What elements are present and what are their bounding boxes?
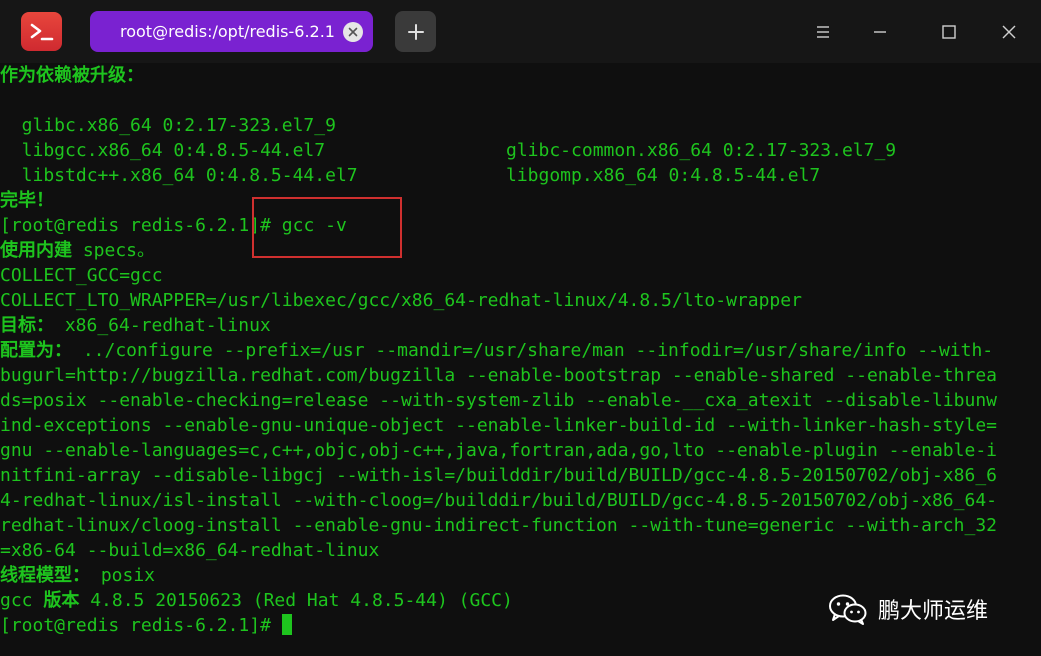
dependency-line: libstdc++.x86_64 0:4.8.5-44.el7 bbox=[0, 138, 358, 186]
specs-label: 使用内建 bbox=[0, 240, 72, 261]
dependency-right: glibc-common.x86_64 0:2.17-323.el7_9 bbox=[506, 140, 897, 161]
config-line: redhat-linux/cloog-install --enable-gnu-… bbox=[0, 515, 997, 536]
new-tab-button[interactable] bbox=[395, 11, 436, 52]
minimize-icon[interactable] bbox=[866, 18, 894, 46]
config-line: ind-exceptions --enable-gnu-unique-objec… bbox=[0, 415, 997, 436]
gcc-prefix: gcc bbox=[0, 590, 44, 611]
tab-redis-session[interactable]: root@redis:/opt/redis-6.2.1 bbox=[90, 11, 373, 52]
close-icon[interactable] bbox=[995, 18, 1023, 46]
collect-lto-line: COLLECT_LTO_WRAPPER=/usr/libexec/gcc/x86… bbox=[0, 290, 802, 311]
done-message: 完毕！ bbox=[0, 190, 54, 211]
dependency-right: libgomp.x86_64 0:4.8.5-44.el7 bbox=[506, 165, 821, 186]
tab-title: root@redis:/opt/redis-6.2.1 bbox=[120, 22, 335, 41]
watermark-text: 鹏大师运维 bbox=[878, 599, 989, 624]
target-label: 目标： bbox=[0, 315, 54, 336]
config-label: 配置为： bbox=[0, 340, 72, 361]
command-highlight-box bbox=[252, 197, 402, 258]
thread-model-value: posix bbox=[90, 565, 156, 586]
shell-prompt: [root@redis redis-6.2.1]# bbox=[0, 215, 282, 236]
plus-icon bbox=[407, 23, 424, 40]
terminal-output[interactable]: 作为依赖被升级： glibc.x86_64 0:2.17-323.el7_9 g… bbox=[0, 63, 1041, 656]
title-bar: root@redis:/opt/redis-6.2.1 bbox=[0, 0, 1041, 63]
specs-line: 使用内建 specs。 bbox=[0, 238, 155, 263]
target-line: 目标： x86_64-redhat-linux bbox=[0, 313, 271, 338]
terminal-prompt-icon[interactable] bbox=[21, 12, 62, 51]
config-text: ../configure --prefix=/usr --mandir=/usr… bbox=[72, 340, 994, 361]
config-line: bugurl=http://bugzilla.redhat.com/bugzil… bbox=[0, 365, 997, 386]
config-line: 配置为： ../configure --prefix=/usr --mandir… bbox=[0, 338, 993, 363]
tab-close-icon[interactable] bbox=[343, 22, 363, 42]
thread-model-line: 线程模型： posix bbox=[0, 563, 155, 588]
target-value: x86_64-redhat-linux bbox=[54, 315, 271, 336]
wechat-icon bbox=[829, 594, 867, 625]
gcc-version-value: 4.8.5 20150623 (Red Hat 4.8.5-44) (GCC) bbox=[79, 590, 513, 611]
gcc-version-line: gcc 版本 4.8.5 20150623 (Red Hat 4.8.5-44)… bbox=[0, 588, 513, 613]
config-line: ds=posix --enable-checking=release --wit… bbox=[0, 390, 997, 411]
thread-model-label: 线程模型： bbox=[0, 565, 90, 586]
dependency-header: 作为依赖被升级： bbox=[0, 65, 144, 86]
maximize-icon[interactable] bbox=[935, 18, 963, 46]
text-cursor bbox=[281, 614, 292, 635]
watermark: 鹏大师运维 bbox=[828, 591, 988, 627]
config-line: 4-redhat-linux/isl-install --with-cloog=… bbox=[0, 490, 997, 511]
dependency-left: libstdc++.x86_64 0:4.8.5-44.el7 bbox=[0, 165, 358, 186]
config-line: gnu --enable-languages=c,c++,objc,obj-c+… bbox=[0, 440, 997, 461]
gcc-version-label: 版本 bbox=[43, 590, 80, 611]
dependency-line: glibc.x86_64 0:2.17-323.el7_9 glibc-comm… bbox=[0, 88, 896, 161]
terminal-window: root@redis:/opt/redis-6.2.1 作为依赖被升级： gli… bbox=[0, 0, 1041, 656]
collect-gcc-line: COLLECT_GCC=gcc bbox=[0, 265, 163, 286]
final-prompt-line[interactable]: [root@redis redis-6.2.1]# bbox=[0, 613, 292, 638]
specs-value: specs。 bbox=[72, 240, 156, 261]
hamburger-menu-icon[interactable] bbox=[809, 18, 837, 46]
config-line: nitfini-array --disable-libgcj --with-is… bbox=[0, 465, 997, 486]
shell-prompt: [root@redis redis-6.2.1]# bbox=[0, 615, 282, 636]
dependency-line: libgcc.x86_64 0:4.8.5-44.el7 libgomp.x86… bbox=[0, 113, 821, 186]
config-line: =x86-64 --build=x86_64-redhat-linux bbox=[0, 540, 380, 561]
